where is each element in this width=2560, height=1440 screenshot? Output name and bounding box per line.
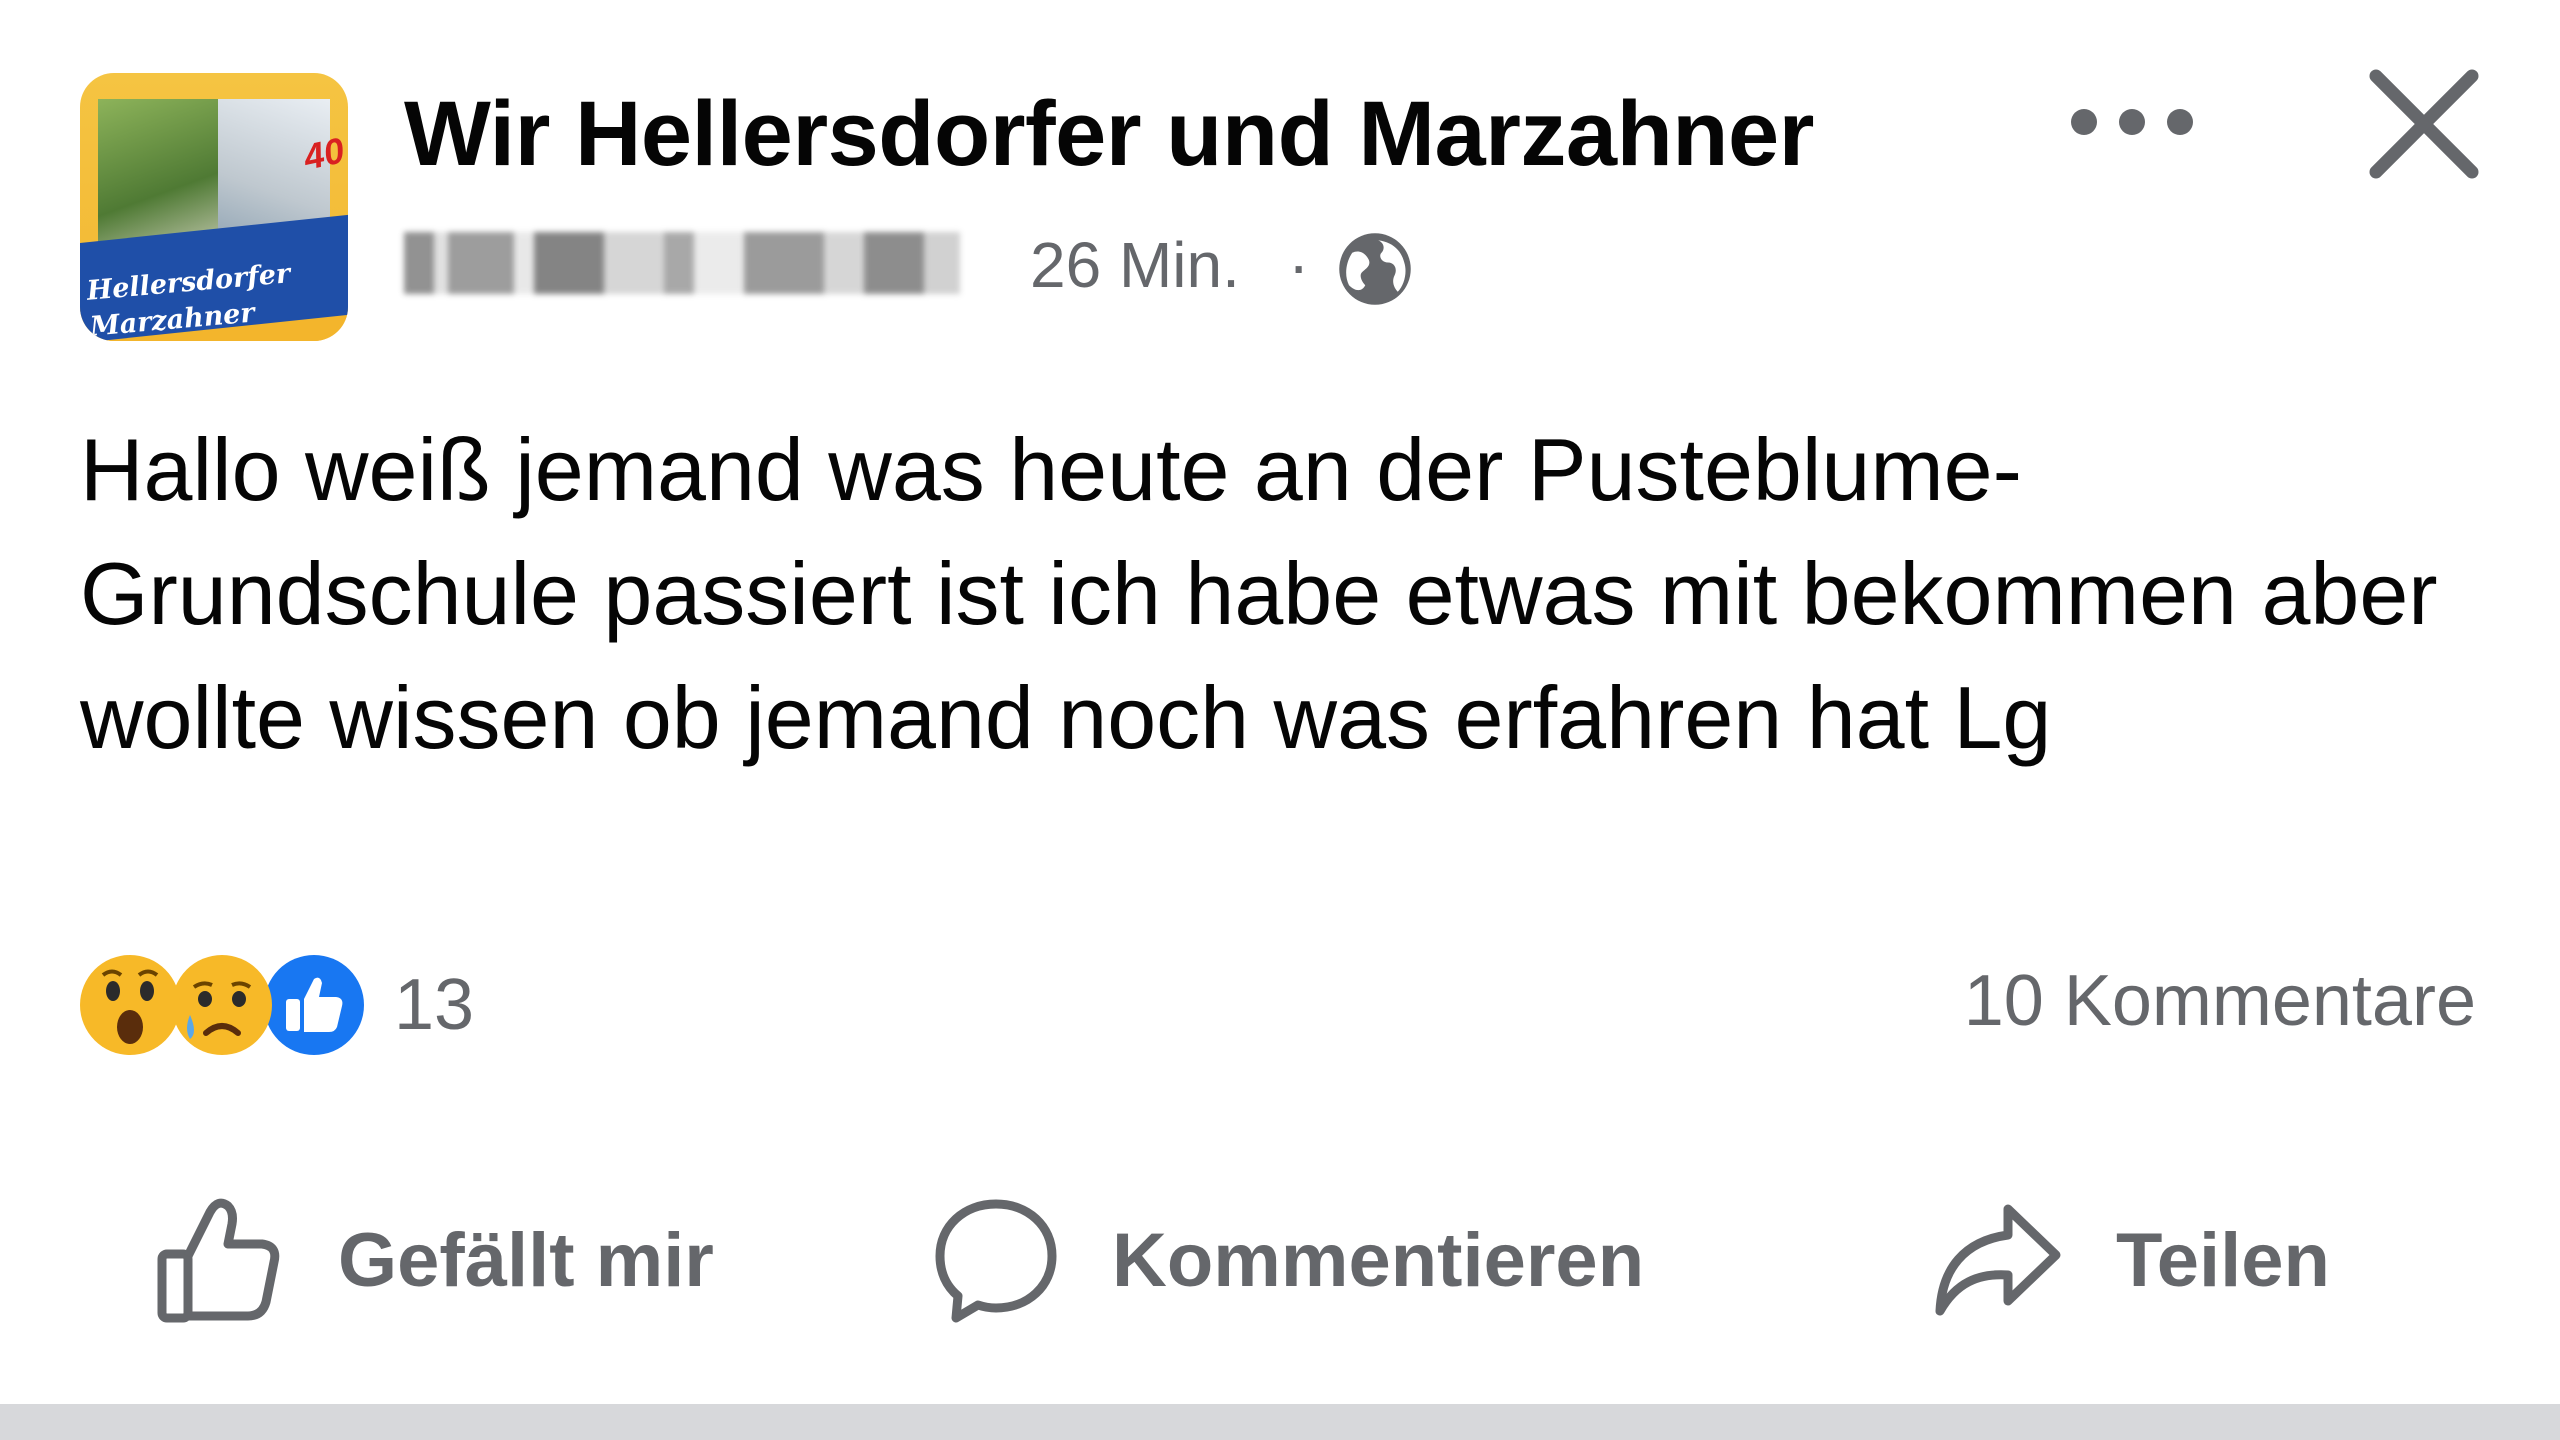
like-button-label: Gefällt mir xyxy=(338,1217,714,1303)
comment-button[interactable]: Kommentieren xyxy=(930,1180,1644,1340)
sad-reaction-icon xyxy=(172,955,272,1055)
share-button-label: Teilen xyxy=(2116,1217,2330,1303)
more-icon[interactable] xyxy=(2068,100,2196,144)
share-button[interactable]: Teilen xyxy=(1930,1180,2330,1340)
close-icon[interactable] xyxy=(2366,66,2482,182)
group-name[interactable]: Wir Hellersdorfer und Marzahner xyxy=(404,82,1814,187)
like-button[interactable]: Gefällt mir xyxy=(152,1180,714,1340)
comment-button-label: Kommentieren xyxy=(1112,1217,1645,1303)
thumbs-up-icon xyxy=(157,1198,280,1323)
comment-count[interactable]: 10 Kommentare xyxy=(1964,960,2476,1042)
reactions-summary[interactable]: 13 xyxy=(78,950,474,1060)
share-arrow-icon xyxy=(1935,1204,2061,1316)
card-bottom-divider xyxy=(0,1404,2560,1440)
post-body-text: Hallo weiß jemand was heute an der Puste… xyxy=(80,420,2438,767)
reaction-count: 13 xyxy=(394,965,475,1045)
post-timestamp[interactable]: 26 Min. xyxy=(1030,228,1240,302)
wow-reaction-icon xyxy=(80,955,180,1055)
like-reaction-icon xyxy=(264,955,364,1055)
author-name-blurred[interactable] xyxy=(404,232,960,294)
comment-bubble-icon xyxy=(935,1199,1057,1323)
meta-separator: · xyxy=(1288,229,1310,301)
globe-icon xyxy=(1339,233,1411,305)
post-card: 40 Hellersdorfer Marzahner Wir Hellersdo… xyxy=(0,0,2560,1440)
group-avatar[interactable]: 40 Hellersdorfer Marzahner xyxy=(80,73,348,341)
avatar-badge: 40 xyxy=(300,129,348,178)
